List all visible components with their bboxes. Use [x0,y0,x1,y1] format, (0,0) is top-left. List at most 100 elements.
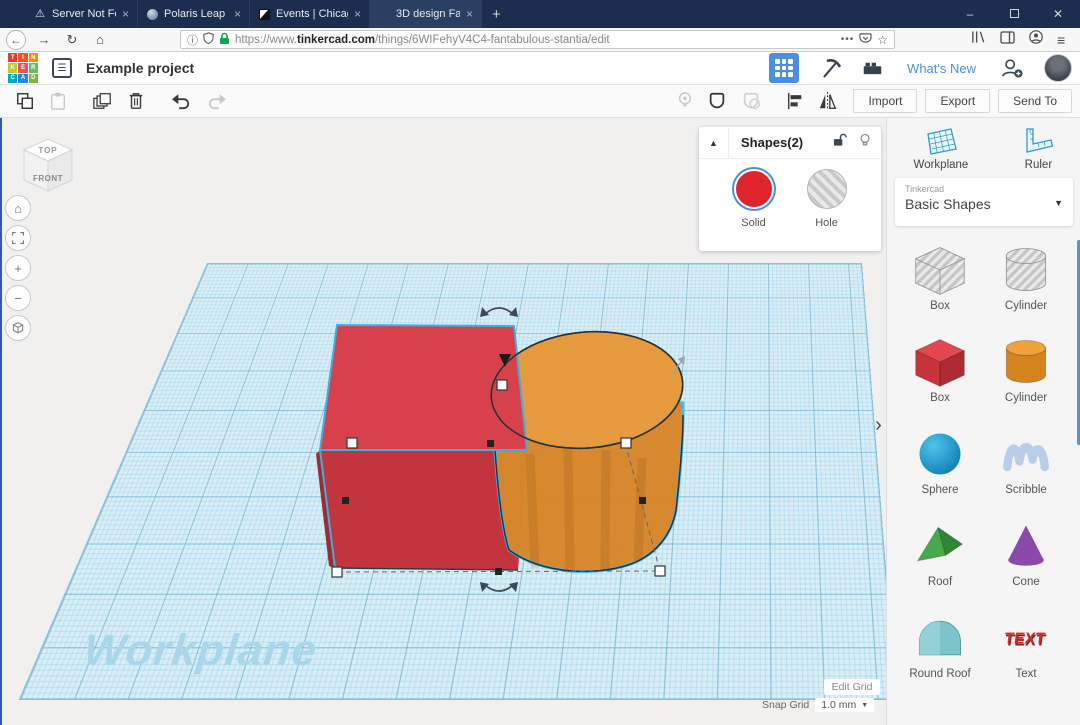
shapes-panel-title: Shapes(2) [741,135,833,150]
page-actions-icon[interactable]: ••• [841,34,855,45]
expand-panel-chevron[interactable]: › [871,406,886,444]
shape-roof-roof[interactable]: Roof [900,518,980,588]
fit-view-button[interactable] [5,225,31,251]
tab-polaris-leap[interactable]: Polaris Leap - Login × [138,0,250,28]
shape-scribble-scribble[interactable]: Scribble [986,426,1066,496]
group-icon[interactable] [707,91,727,111]
hide-lightbulb-icon[interactable] [859,133,871,153]
copy-icon[interactable] [15,91,35,111]
home-view-button[interactable]: ⌂ [5,195,31,221]
library-logo-icon [258,8,270,20]
zoom-out-button[interactable]: − [5,285,31,311]
window-controls: – ✕ [948,0,1080,28]
account-icon[interactable] [1029,30,1043,49]
close-window-button[interactable]: ✕ [1036,7,1080,21]
reload-button[interactable]: ↻ [62,32,82,48]
avatar[interactable] [1044,54,1072,82]
whats-new-link[interactable]: What's New [907,61,976,76]
close-icon[interactable]: × [122,7,129,21]
edit-grid-button[interactable]: Edit Grid [824,679,880,695]
shape-label: Text [1015,668,1036,680]
zoom-in-button[interactable]: + [5,255,31,281]
tab-tinkercad-active[interactable]: 3D design Fantabulous Stantia × [370,0,482,28]
shape-thumbnail [996,242,1056,298]
header-right: What's New [769,53,1072,83]
shape-category-dropdown[interactable]: Tinkercad Basic Shapes ▼ [895,178,1073,226]
snap-grid-select[interactable]: 1.0 mm▼ [815,698,874,712]
close-icon[interactable]: × [466,7,473,21]
shape-box-box-hole[interactable]: Box [900,242,980,312]
properties-list-icon[interactable]: ☰ [52,58,72,78]
delete-icon[interactable] [127,91,145,111]
close-icon[interactable]: × [354,7,361,21]
duplicate-icon[interactable] [92,91,113,111]
shape-sphere-sphere[interactable]: Sphere [900,426,980,496]
shape-thumbnail [910,334,970,390]
shape-cylinder-cylinder-orange[interactable]: Cylinder [986,334,1066,404]
library-icon[interactable] [971,30,986,49]
category-name: Basic Shapes [905,196,1063,212]
shape-text-text[interactable]: TEXT TEXT Text [986,610,1066,680]
shape-thumbnail [910,426,970,482]
close-icon[interactable]: × [234,7,241,21]
redo-icon[interactable] [206,92,228,110]
export-button[interactable]: Export [925,89,990,113]
minecraft-pickaxe-icon[interactable] [821,58,842,79]
ruler-icon [1021,126,1055,156]
globe-icon [146,8,158,20]
shapes-sidebar: Workplane Ruler Tinkercad Basic Shapes ▼… [886,118,1080,725]
brick-icon[interactable] [862,60,883,76]
collapse-panel-button[interactable]: ▲ [699,127,729,159]
hole-swatch[interactable]: Hole [807,169,847,229]
import-button[interactable]: Import [853,89,917,113]
page-info-icon[interactable]: ⓘ [187,32,198,48]
blocks-view-button[interactable] [769,53,799,83]
navigation-bar: ← → ↻ ⌂ ⓘ https://www.tinkercad.com/thin… [0,28,1080,52]
shape-label: Roof [928,576,952,588]
shape-gallery: Box Cylinder Box Cylinder Sphere Scribbl… [897,242,1069,680]
home-button[interactable]: ⌂ [90,32,110,47]
unlock-icon[interactable] [833,133,847,152]
pocket-icon[interactable] [859,32,872,47]
minimize-button[interactable]: – [948,7,992,21]
tinkercad-logo[interactable]: TIN KER CAD [8,53,38,83]
menu-icon[interactable]: ≡ [1057,32,1065,48]
new-tab-button[interactable]: + [482,0,511,28]
ruler-tool[interactable]: Ruler [1021,126,1055,171]
shape-cone-cone[interactable]: Cone [986,518,1066,588]
tracking-shield-icon[interactable] [203,32,214,47]
bookmark-star-icon[interactable]: ☆ [877,33,888,47]
show-all-icon[interactable] [677,91,693,111]
solid-swatch[interactable]: Solid [734,169,774,229]
back-button[interactable]: ← [6,30,26,50]
maximize-button[interactable] [992,7,1036,21]
shape-label: Box [930,300,950,312]
ungroup-icon[interactable] [741,91,761,111]
perspective-toggle-button[interactable] [5,315,31,341]
hole-pattern-circle[interactable] [807,169,847,209]
view-cube-top-label[interactable]: TOP [18,146,78,155]
align-icon[interactable] [786,91,804,111]
tab-server-not-found[interactable]: ⚠ Server Not Found × [26,0,138,28]
url-bar[interactable]: ⓘ https://www.tinkercad.com/things/6WIFe… [180,30,895,49]
sidebar-toggle-icon[interactable] [1000,31,1015,49]
send-to-button[interactable]: Send To [998,89,1072,113]
invite-person-icon[interactable] [1000,57,1024,79]
mirror-icon[interactable] [818,91,838,111]
workplane-icon [923,126,959,156]
workplane-watermark: Workplane [81,626,319,676]
shape-cylinder-cylinder-hole[interactable]: Cylinder [986,242,1066,312]
view-cube-front-label[interactable]: FRONT [18,174,78,183]
forward-button[interactable]: → [34,32,54,47]
project-title[interactable]: Example project [86,60,194,76]
tab-chicago-library[interactable]: Events | Chicago Public Library × [250,0,370,28]
solid-color-circle[interactable] [734,169,774,209]
shape-round-roof-round-roof[interactable]: Round Roof [900,610,980,680]
shape-box-box-red[interactable]: Box [900,334,980,404]
workplane-tool[interactable]: Workplane [914,126,969,171]
viewport-3d[interactable]: Workplane [2,118,886,725]
paste-icon[interactable] [49,91,67,111]
view-cube[interactable] [18,134,78,201]
undo-icon[interactable] [170,92,192,110]
shape-label: Sphere [921,484,958,496]
